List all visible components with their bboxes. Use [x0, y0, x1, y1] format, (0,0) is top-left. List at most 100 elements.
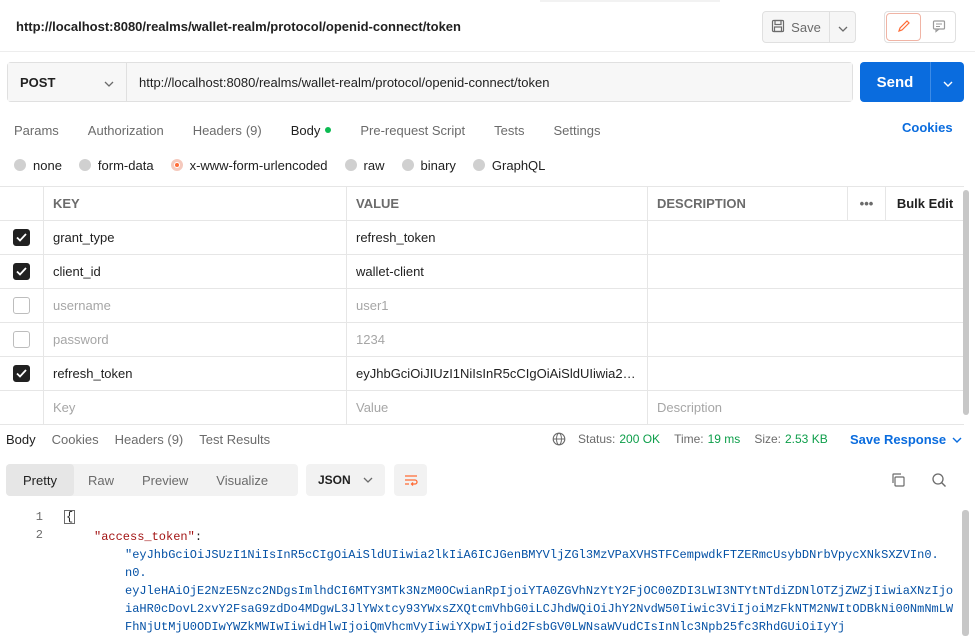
- checkmark-icon: [16, 267, 27, 276]
- save-options-button[interactable]: [830, 11, 856, 43]
- response-scrollbar[interactable]: [962, 510, 969, 636]
- line-number-gutter: 1 2: [0, 508, 50, 544]
- url-input[interactable]: [127, 63, 852, 101]
- request-title[interactable]: http://localhost:8080/realms/wallet-real…: [16, 19, 461, 34]
- radio-dot: [472, 159, 485, 171]
- send-button-group: Send: [860, 62, 964, 102]
- param-description[interactable]: [648, 323, 964, 356]
- tab-indicator: [540, 0, 720, 2]
- param-description[interactable]: [648, 357, 964, 390]
- globe-icon[interactable]: [552, 432, 566, 446]
- method-select[interactable]: POST: [8, 63, 127, 101]
- new-value-input[interactable]: Value: [347, 391, 648, 424]
- row-checkbox[interactable]: [13, 297, 30, 314]
- chevron-down-icon: [952, 437, 962, 443]
- param-key[interactable]: grant_type: [44, 221, 347, 254]
- row-checkbox-cell: [0, 289, 44, 322]
- resp-tab-cookies[interactable]: Cookies: [52, 432, 99, 448]
- status-value[interactable]: 200 OK: [619, 432, 660, 446]
- radio-none[interactable]: none: [14, 158, 62, 173]
- radio-graphql[interactable]: GraphQL: [472, 157, 546, 173]
- language-select[interactable]: JSON: [306, 464, 385, 496]
- param-value[interactable]: user1: [347, 289, 648, 322]
- code-line: {: [64, 508, 962, 526]
- format-visualize[interactable]: Visualize: [202, 464, 282, 496]
- chevron-down-icon: [363, 477, 373, 483]
- row-checkbox[interactable]: [13, 331, 30, 348]
- bulk-edit-button[interactable]: Bulk Edit: [886, 187, 964, 220]
- row-checkbox-cell: [0, 391, 44, 424]
- tab-settings[interactable]: Settings: [553, 120, 600, 140]
- search-button[interactable]: [929, 470, 949, 490]
- param-key[interactable]: password: [44, 323, 347, 356]
- tab-tests[interactable]: Tests: [494, 120, 524, 140]
- row-checkbox[interactable]: [13, 229, 30, 246]
- copy-button[interactable]: [888, 470, 908, 490]
- send-button[interactable]: Send: [860, 62, 930, 102]
- param-key[interactable]: username: [44, 289, 347, 322]
- param-description[interactable]: [648, 289, 964, 322]
- column-header-description: DESCRIPTION: [648, 187, 848, 220]
- row-checkbox[interactable]: [13, 365, 30, 382]
- param-description[interactable]: [648, 255, 964, 288]
- send-options-button[interactable]: [930, 62, 964, 102]
- row-checkbox[interactable]: [13, 263, 30, 280]
- format-pretty[interactable]: Pretty: [6, 464, 74, 496]
- pencil-icon: [897, 19, 911, 36]
- cookies-link[interactable]: Cookies: [902, 120, 953, 135]
- param-key[interactable]: client_id: [44, 255, 347, 288]
- response-body-editor[interactable]: 1 2 { "access_token": "eyJhbGciOiJSUzI1N…: [0, 508, 962, 640]
- radio-form-data[interactable]: form-data: [78, 158, 154, 173]
- comment-icon: [932, 19, 946, 36]
- tab-authorization[interactable]: Authorization: [88, 120, 164, 140]
- wrap-lines-button[interactable]: [394, 464, 427, 496]
- code-lines: { "access_token": "eyJhbGciOiJSUzI1NiIsI…: [64, 508, 962, 636]
- time-value[interactable]: 19 ms: [708, 432, 741, 446]
- tab-params[interactable]: Params: [14, 120, 59, 140]
- param-value[interactable]: wallet-client: [347, 255, 648, 288]
- tab-body[interactable]: Body: [291, 120, 332, 140]
- size-value[interactable]: 2.53 KB: [785, 432, 828, 446]
- comments-view-button[interactable]: [922, 12, 955, 42]
- param-value[interactable]: eyJhbGciOiJIUzI1NiIsInR5cCIgOiAiSldUIiwi…: [347, 357, 648, 390]
- more-options-button[interactable]: •••: [848, 187, 886, 220]
- edit-view-button[interactable]: [886, 13, 921, 41]
- resp-tab-body[interactable]: Body: [6, 432, 36, 448]
- search-icon: [931, 472, 947, 488]
- method-label: POST: [20, 74, 56, 90]
- time-label: Time:: [674, 432, 704, 446]
- save-response-button[interactable]: Save Response: [850, 432, 962, 447]
- open-brace[interactable]: {: [64, 510, 76, 524]
- format-raw[interactable]: Raw: [74, 464, 128, 496]
- column-header-key: KEY: [44, 187, 347, 220]
- table-row: refresh_token eyJhbGciOiJIUzI1NiIsInR5cC…: [0, 357, 964, 391]
- row-checkbox-cell: [0, 221, 44, 254]
- param-value[interactable]: 1234: [347, 323, 648, 356]
- body-type-options: none form-data x-www-form-urlencoded raw…: [14, 156, 562, 174]
- radio-x-www-form-urlencoded[interactable]: x-www-form-urlencoded: [170, 158, 328, 173]
- save-button[interactable]: Save: [762, 11, 830, 43]
- radio-raw[interactable]: raw: [344, 157, 385, 173]
- resp-tab-test-results[interactable]: Test Results: [199, 432, 270, 448]
- format-preview[interactable]: Preview: [128, 464, 202, 496]
- table-row: username user1: [0, 289, 964, 323]
- resp-tab-headers[interactable]: Headers (9): [115, 432, 184, 448]
- row-checkbox-cell: [0, 255, 44, 288]
- radio-dot: [14, 159, 26, 171]
- checkmark-icon: [16, 233, 27, 242]
- new-key-input[interactable]: Key: [44, 391, 347, 424]
- radio-label: raw: [363, 157, 385, 173]
- radio-binary[interactable]: binary: [401, 157, 456, 173]
- param-key[interactable]: refresh_token: [44, 357, 347, 390]
- title-bar: http://localhost:8080/realms/wallet-real…: [0, 0, 975, 52]
- request-scrollbar[interactable]: [963, 190, 969, 415]
- table-row: client_id wallet-client: [0, 255, 964, 289]
- param-value[interactable]: refresh_token: [347, 221, 648, 254]
- tab-prerequest-script[interactable]: Pre-request Script: [360, 120, 465, 140]
- tab-body-label: Body: [290, 122, 321, 138]
- param-description[interactable]: [648, 221, 964, 254]
- new-description-input[interactable]: Description: [648, 391, 964, 424]
- tab-headers[interactable]: Headers (9): [193, 120, 262, 140]
- radio-label: GraphQL: [491, 157, 546, 173]
- radio-label: binary: [420, 157, 456, 173]
